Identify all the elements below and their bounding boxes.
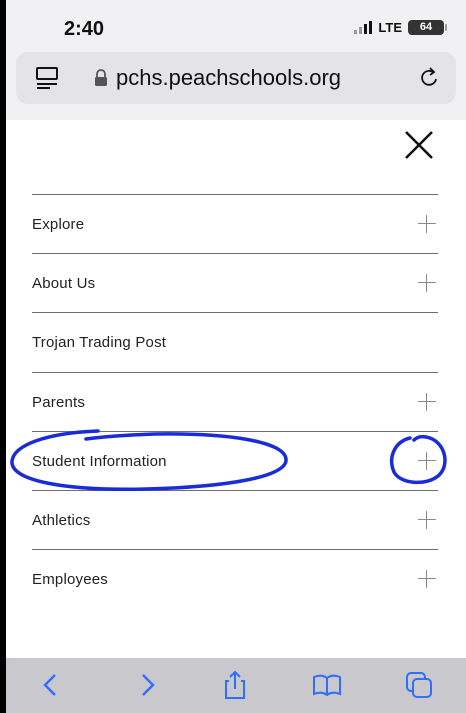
battery-icon: 64: [408, 20, 447, 35]
plus-icon[interactable]: [418, 215, 436, 233]
back-icon[interactable]: [36, 670, 66, 700]
menu-item-employees[interactable]: Employees: [6, 550, 466, 608]
address-bar[interactable]: pchs.peachschools.org: [16, 52, 456, 104]
plus-icon[interactable]: [418, 570, 436, 588]
menu-item-label: About Us: [32, 274, 96, 292]
menu-item-label: Explore: [32, 215, 85, 233]
plus-icon[interactable]: [418, 452, 436, 470]
close-icon[interactable]: [402, 128, 436, 162]
share-icon[interactable]: [220, 670, 250, 700]
status-time: 2:40: [64, 18, 105, 40]
menu-item-about-us[interactable]: About Us: [6, 254, 466, 312]
tabs-icon[interactable]: [404, 670, 434, 700]
menu-item-parents[interactable]: Parents: [6, 373, 466, 431]
plus-icon[interactable]: [418, 274, 436, 292]
signal-icon: [354, 21, 373, 34]
menu-item-label: Employees: [32, 570, 109, 588]
reader-icon[interactable]: [36, 66, 58, 90]
bottom-toolbar: [6, 658, 466, 713]
url-text[interactable]: pchs.peachschools.org: [116, 65, 341, 91]
phone-screen: 2:40 LTE 64 pchs.peachschools.org Explor…: [6, 0, 466, 713]
network-label: LTE: [378, 20, 402, 35]
menu-item-label: Trojan Trading Post: [32, 333, 167, 351]
lock-icon: [95, 69, 107, 86]
menu-item-explore[interactable]: Explore: [6, 195, 466, 253]
menu-item-label: Athletics: [32, 511, 91, 529]
plus-icon[interactable]: [418, 511, 436, 529]
menu-item-student-information[interactable]: Student Information: [6, 432, 466, 490]
reload-icon[interactable]: [418, 66, 440, 90]
forward-icon[interactable]: [132, 670, 162, 700]
browser-chrome: 2:40 LTE 64 pchs.peachschools.org: [6, 0, 466, 121]
bookmarks-icon[interactable]: [312, 670, 342, 700]
navigation-menu: Explore About Us Trojan Trading Post Par…: [6, 120, 466, 640]
plus-icon[interactable]: [418, 393, 436, 411]
menu-item-trojan-trading-post[interactable]: Trojan Trading Post: [6, 313, 466, 371]
status-indicators: LTE 64: [354, 20, 447, 35]
menu-item-label: Student Information: [32, 452, 167, 470]
menu-item-athletics[interactable]: Athletics: [6, 491, 466, 549]
menu-item-label: Parents: [32, 393, 86, 411]
